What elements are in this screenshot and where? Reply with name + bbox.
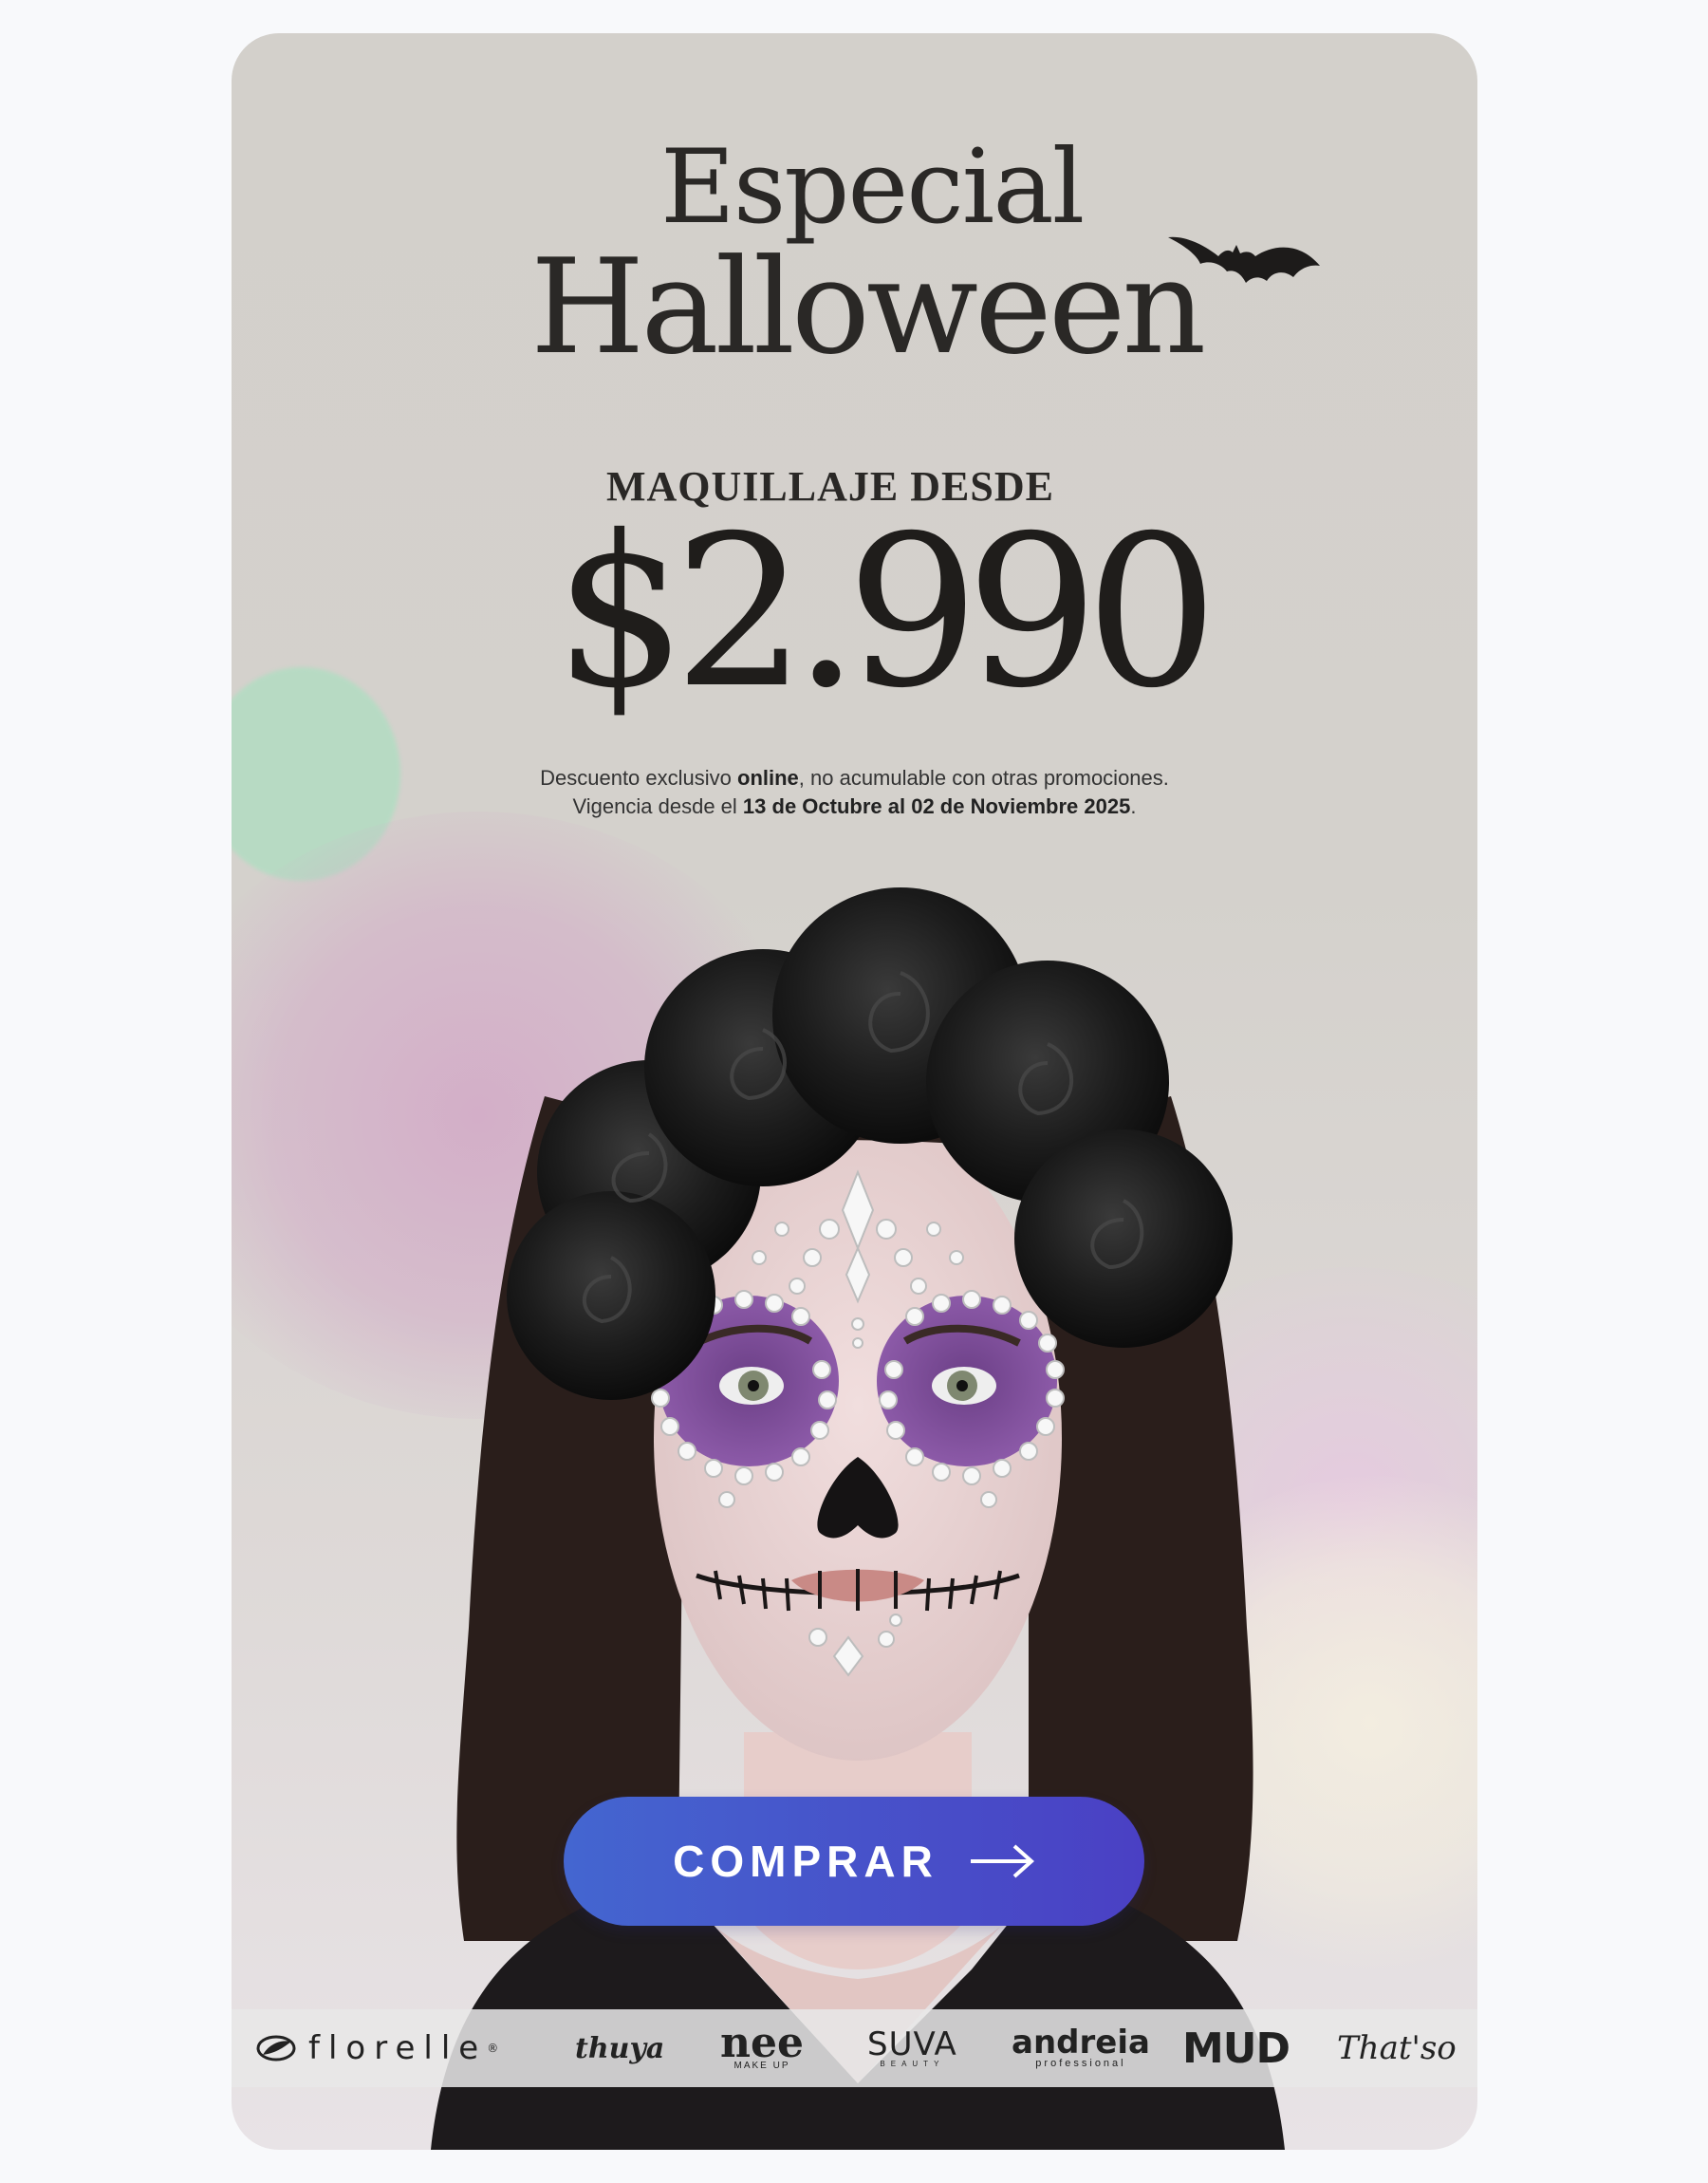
bat-icon <box>1168 236 1320 283</box>
disclaimer-dates: 13 de Octubre al 02 de Noviembre 2025 <box>742 794 1131 818</box>
brand-mud-logo[interactable]: MUD <box>1182 2009 1290 2087</box>
disclaimer-online: online <box>737 766 799 790</box>
brand-andreia-logo[interactable]: andreia professional <box>1012 2009 1150 2087</box>
promo-disclaimer: Descuento exclusivo online, no acumulabl… <box>232 764 1477 821</box>
brand-logos-strip: florelle ® thuya nee MAKE UP SUVA BEAUTY … <box>232 2009 1477 2087</box>
brand-suva-logo[interactable]: SUVA BEAUTY <box>867 2009 957 2087</box>
title-especial: Especial <box>660 128 1085 247</box>
comprar-button-label: COMPRAR <box>673 1837 938 1886</box>
florelle-leaf-icon <box>256 2035 296 2062</box>
brand-nee-logo[interactable]: nee MAKE UP <box>720 2009 804 2087</box>
arrow-right-icon <box>970 1844 1034 1878</box>
comprar-button[interactable]: COMPRAR <box>564 1797 1144 1926</box>
title-halloween: Halloween <box>530 231 1206 383</box>
model-portrait-image <box>431 887 1285 2150</box>
brand-thatso-logo[interactable]: That'so <box>1337 2009 1457 2087</box>
brand-florelle-logo[interactable]: florelle ® <box>255 2009 498 2087</box>
promo-card[interactable]: Especial Halloween MAQUILLAJE DESDE $2.9… <box>232 33 1477 2150</box>
promo-price: $2.990 <box>554 491 1218 734</box>
disclaimer-line-2: Vigencia desde el 13 de Octubre al 02 de… <box>572 794 1137 818</box>
brand-thuya-logo[interactable]: thuya <box>575 2009 664 2087</box>
disclaimer-line-1: Descuento exclusivo online, no acumulabl… <box>540 766 1169 790</box>
